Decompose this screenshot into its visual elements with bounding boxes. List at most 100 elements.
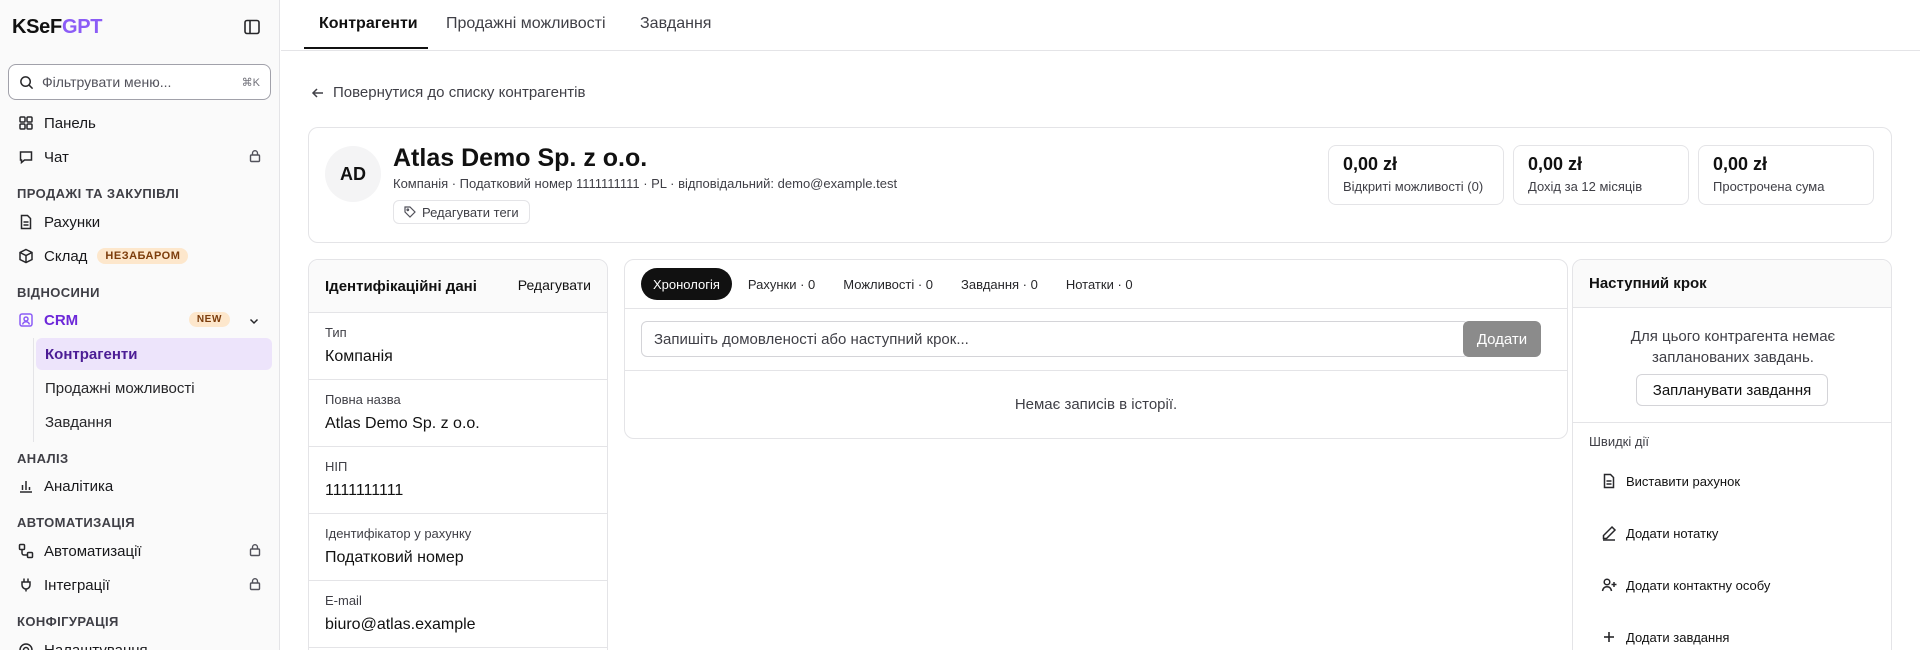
sidebar-item-label: Панель: [44, 114, 96, 132]
plan-task-button[interactable]: Запланувати завдання: [1636, 374, 1828, 406]
identification-title: Ідентифікаційні дані: [325, 278, 477, 295]
sidebar-item-label: Автоматизації: [44, 542, 142, 560]
sidebar-item-label: Інтеграції: [44, 576, 110, 594]
sidebar-item-label: Чат: [44, 148, 69, 166]
search-placeholder: Фільтрувати меню...: [42, 74, 172, 90]
field-full-name: Повна назва Atlas Demo Sp. z o.o.: [309, 380, 607, 447]
sidebar-item-chat[interactable]: Чат: [8, 141, 272, 173]
stat-revenue-12m: 0,00 zł Дохід за 12 місяців: [1513, 145, 1689, 205]
chevron-down-icon: [248, 314, 260, 326]
identification-header: Ідентифікаційні дані Редагувати: [309, 260, 607, 313]
sidebar-item-automations[interactable]: Автоматизації: [8, 535, 272, 567]
field-value: Компанія: [325, 348, 393, 365]
stat-open-opportunities: 0,00 zł Відкриті можливості (0): [1328, 145, 1504, 205]
quick-action-label: Додати завдання: [1626, 629, 1730, 645]
pencil-icon: [1602, 525, 1617, 541]
edit-tags-button[interactable]: Редагувати теги: [393, 200, 530, 224]
section-sales: ПРОДАЖІ ТА ЗАКУПІВЛІ: [17, 186, 180, 201]
contacts-icon: [18, 312, 34, 328]
company-meta: Компанія · Податковий номер 1111111111 ·…: [393, 176, 898, 191]
stat-label: Прострочена сума: [1713, 179, 1825, 194]
company-name: Atlas Demo Sp. z o.o.: [393, 144, 648, 172]
field-label: Ідентифікатор у рахунку: [325, 526, 472, 541]
search-icon: [20, 75, 34, 89]
section-config: КОНФІГУРАЦІЯ: [17, 614, 119, 629]
chat-icon: [18, 149, 34, 165]
tag-icon: [404, 206, 416, 218]
back-to-list-link[interactable]: Повернутися до списку контрагентів: [311, 84, 585, 101]
field-value: Податковий номер: [325, 549, 464, 566]
quick-action-add-contact[interactable]: Додати контактну особу: [1601, 575, 1770, 595]
sidebar-item-label: Склад: [44, 247, 88, 265]
quick-action-issue-invoice[interactable]: Виставити рахунок: [1601, 471, 1740, 491]
stat-value: 0,00 zł: [1343, 154, 1398, 174]
field-label: НІП: [325, 459, 348, 474]
arrow-left-icon: [311, 87, 323, 98]
stat-value: 0,00 zł: [1713, 154, 1768, 174]
back-link-label: Повернутися до списку контрагентів: [333, 84, 586, 101]
field-email: E-mail biuro@atlas.example: [309, 581, 607, 648]
sidebar-item-integrations[interactable]: Інтеграції: [8, 569, 272, 601]
tab-contractors[interactable]: Контрагенти: [319, 15, 418, 33]
sidebar-item-opportunities[interactable]: Продажні можливості: [36, 372, 272, 404]
quick-actions-title: Швидкі дії: [1589, 434, 1649, 449]
dashboard-icon: [18, 115, 34, 131]
tab-opportunities[interactable]: Можливості · 0: [831, 268, 945, 300]
timeline-panel: Хронологія Рахунки · 0 Можливості · 0 За…: [624, 259, 1568, 439]
note-input-placeholder: Запишіть домовленості або наступний крок…: [654, 330, 969, 348]
timeline-tabs: Хронологія Рахунки · 0 Можливості · 0 За…: [641, 268, 1149, 300]
sidebar-item-label: Рахунки: [44, 213, 101, 231]
contractor-header-card: AD Atlas Demo Sp. z o.o. Компанія · Пода…: [308, 127, 1892, 243]
sidebar-item-contractors[interactable]: Контрагенти: [36, 338, 272, 370]
box-icon: [18, 248, 34, 264]
tab-notes[interactable]: Нотатки · 0: [1054, 268, 1145, 300]
field-value: biuro@atlas.example: [325, 616, 476, 633]
tab-chronology[interactable]: Хронологія: [641, 268, 732, 300]
sidebar: KSeFGPT Фільтрувати меню... ⌘K Панель Ча…: [0, 0, 280, 650]
sidebar-item-label: CRM: [44, 311, 79, 329]
sidebar-item-analytics[interactable]: Аналітика: [8, 470, 272, 502]
user-plus-icon: [1601, 578, 1617, 592]
section-analysis: АНАЛІЗ: [17, 451, 69, 466]
gear-icon: [18, 642, 34, 650]
sidebar-item-crm[interactable]: CRM NEW: [8, 304, 272, 336]
lock-icon: [248, 543, 262, 557]
menu-filter-input[interactable]: Фільтрувати меню... ⌘K: [8, 64, 271, 100]
next-step-title: Наступний крок: [1589, 275, 1707, 292]
sidebar-item-panel[interactable]: Панель: [8, 107, 272, 139]
tab-tasks[interactable]: Завдання: [640, 15, 711, 33]
timeline-note-input[interactable]: Запишіть домовленості або наступний крок…: [641, 321, 1469, 357]
quick-action-add-task[interactable]: Додати завдання: [1601, 627, 1729, 647]
sidebar-toggle-icon[interactable]: [243, 18, 261, 36]
active-tab-indicator: [304, 47, 428, 49]
no-tasks-message: Для цього контрагента немає запланованих…: [1630, 328, 1836, 366]
sidebar-item-warehouse[interactable]: Склад НЕЗАБАРОМ: [8, 240, 272, 272]
lock-icon: [248, 149, 262, 163]
sidebar-item-label: Аналітика: [44, 477, 114, 495]
quick-action-add-note[interactable]: Додати нотатку: [1601, 523, 1718, 543]
stat-overdue: 0,00 zł Прострочена сума: [1698, 145, 1874, 205]
field-invoice-identifier: Ідентифікатор у рахунку Податковий номер: [309, 514, 607, 581]
sidebar-item-invoices[interactable]: Рахунки: [8, 206, 272, 238]
stat-label: Відкриті можливості (0): [1343, 179, 1484, 194]
document-icon: [1603, 473, 1615, 489]
edit-tags-label: Редагувати теги: [422, 204, 519, 220]
timeline-empty-message: Немає записів в історії.: [1014, 396, 1178, 413]
sidebar-item-tasks[interactable]: Завдання: [36, 406, 272, 438]
plus-icon: [1604, 632, 1614, 642]
tab-opportunities[interactable]: Продажні можливості: [446, 15, 606, 33]
tab-tasks[interactable]: Завдання · 0: [949, 268, 1050, 300]
field-value: 1111111111: [325, 482, 404, 499]
tab-invoices[interactable]: Рахунки · 0: [736, 268, 827, 300]
brand-logo[interactable]: KSeFGPT: [12, 16, 102, 39]
bar-chart-icon: [18, 478, 34, 494]
edit-identification-button[interactable]: Редагувати: [518, 277, 591, 293]
field-label: Тип: [325, 325, 347, 340]
avatar: AD: [325, 146, 381, 202]
lock-icon: [248, 577, 262, 591]
new-badge: NEW: [188, 312, 230, 327]
add-note-button[interactable]: Додати: [1463, 321, 1541, 357]
field-label: E-mail: [325, 593, 362, 608]
sidebar-item-settings[interactable]: Налаштування: [8, 634, 272, 650]
coming-soon-badge: НЕЗАБАРОМ: [97, 248, 189, 264]
